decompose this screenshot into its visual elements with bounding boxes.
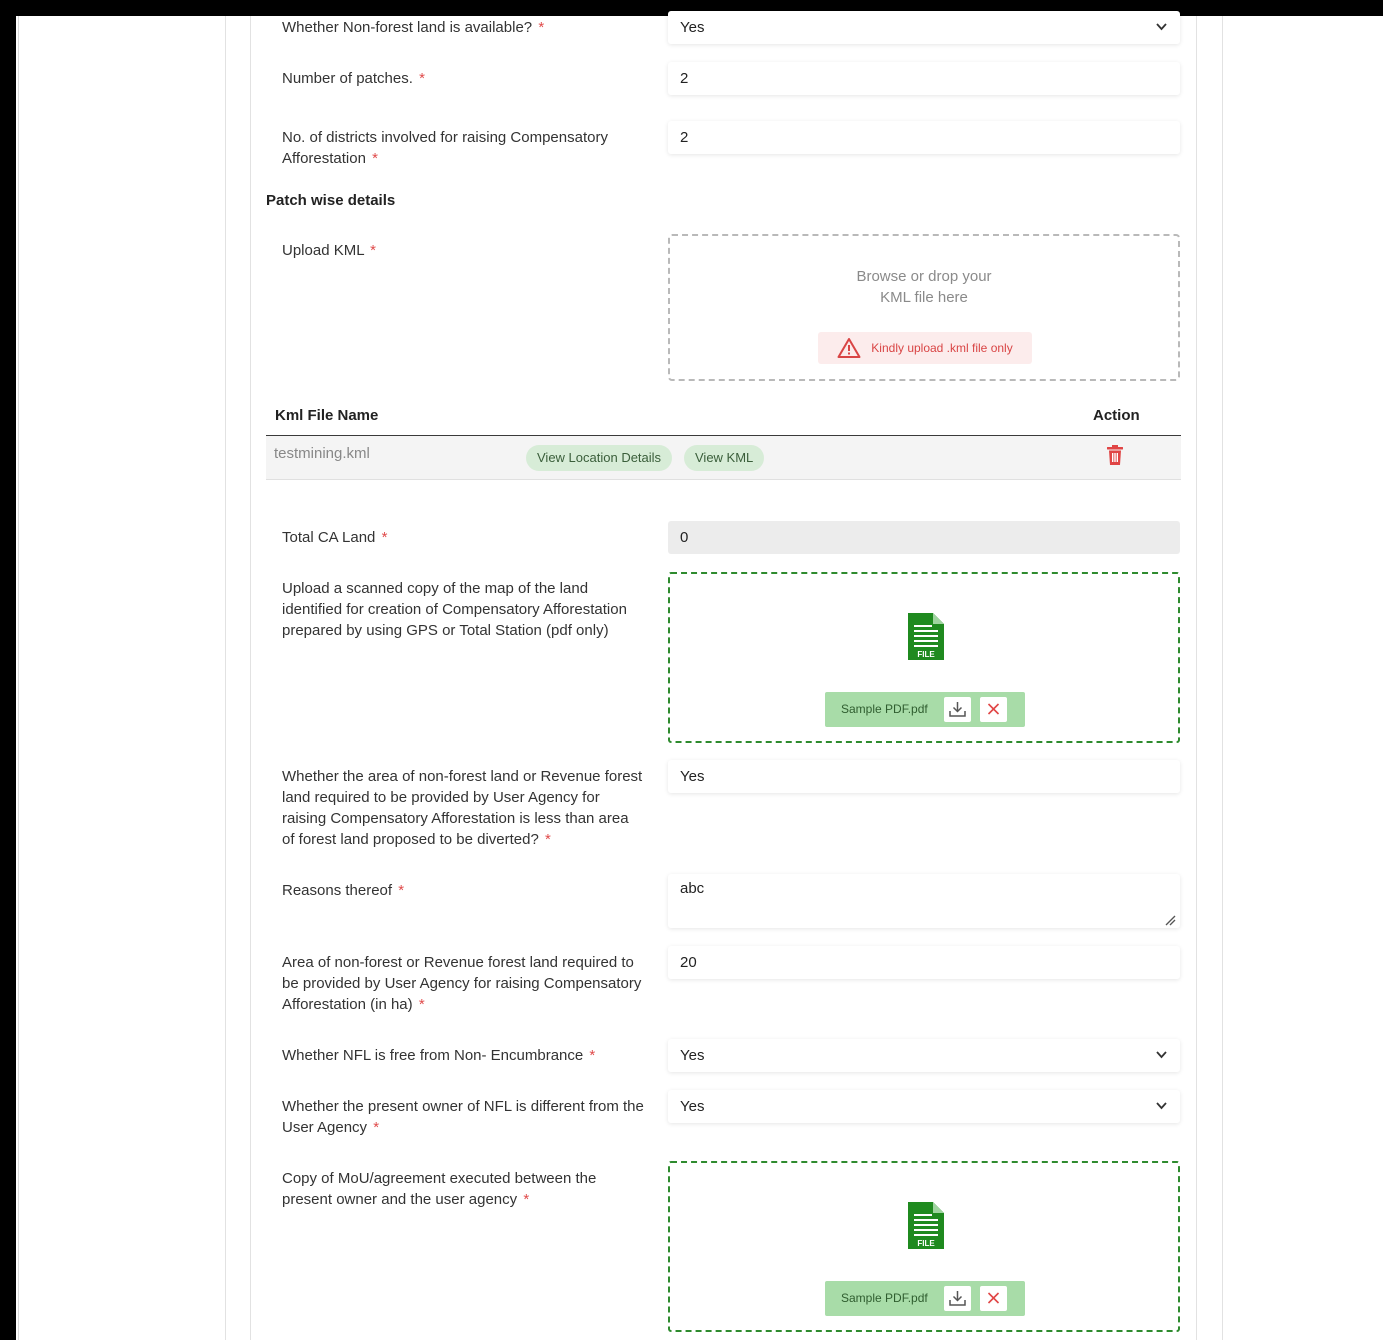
reasons-label: Reasons thereof * (282, 882, 405, 899)
owner-different-value: Yes (680, 1098, 705, 1115)
download-icon[interactable] (944, 1286, 971, 1311)
total-ca-land-label: Total CA Land * (282, 529, 388, 546)
total-ca-land-input: 0 (668, 521, 1180, 554)
uploaded-file-chip: Sample PDF.pdf (825, 692, 1025, 727)
kml-warning: Kindly upload .kml file only (818, 332, 1032, 364)
chevron-down-icon (1155, 1090, 1168, 1135)
area-required-input[interactable]: 20 (668, 946, 1180, 979)
file-icon-label: FILE (917, 1239, 935, 1248)
resize-grip-icon[interactable] (1164, 914, 1176, 926)
upload-kml-label: Upload KML * (282, 242, 377, 259)
nfl-free-label: Whether NFL is free from Non- Encumbranc… (282, 1047, 596, 1064)
area-less-value: Yes (680, 768, 705, 785)
close-icon[interactable] (980, 697, 1007, 722)
close-icon[interactable] (980, 1286, 1007, 1311)
download-icon[interactable] (944, 697, 971, 722)
file-icon: FILE (908, 613, 944, 660)
view-kml-button[interactable]: View KML (684, 445, 765, 471)
num-districts-input[interactable]: 2 (668, 121, 1180, 154)
page-rail-left-inner (250, 16, 251, 1340)
page-rail-left-outer (225, 16, 226, 1340)
reasons-textarea[interactable]: abc (668, 874, 1180, 928)
window-frame-left (0, 0, 16, 1340)
page-rail-right-outer (1222, 16, 1223, 1340)
trash-icon[interactable] (1105, 444, 1125, 466)
mou-copy-label: Copy of MoU/agreement executed between t… (282, 1170, 597, 1208)
uploaded-file-name: Sample PDF.pdf (841, 702, 928, 716)
uploaded-file-name: Sample PDF.pdf (841, 1291, 928, 1305)
view-location-details-button[interactable]: View Location Details (526, 445, 673, 471)
nfl-available-label: Whether Non-forest land is available? * (282, 19, 545, 36)
table-row: testmining.kml View Location Details Vie… (266, 436, 1181, 480)
owner-different-select[interactable]: Yes (668, 1090, 1180, 1123)
chevron-down-icon (1155, 1039, 1168, 1084)
kml-warning-text: Kindly upload .kml file only (871, 341, 1013, 355)
nfl-available-select[interactable]: Yes (668, 11, 1180, 44)
uploaded-file-chip: Sample PDF.pdf (825, 1281, 1025, 1316)
file-icon-label: FILE (917, 650, 935, 659)
mou-upload-zone[interactable]: FILE Sample PDF.pdf (668, 1161, 1180, 1332)
warning-triangle-icon (837, 338, 861, 358)
patch-wise-heading: Patch wise details (266, 192, 396, 209)
nfl-free-value: Yes (680, 1047, 705, 1064)
scanned-map-label: Upload a scanned copy of the map of the … (282, 580, 627, 639)
kml-drop-zone[interactable]: Browse or drop your KML file here Kindly… (668, 234, 1180, 381)
kml-drop-hint: Browse or drop your KML file here (856, 268, 992, 306)
area-required-label: Area of non-forest or Revenue forest lan… (282, 954, 642, 1013)
frame-edge (18, 16, 19, 1340)
chevron-down-icon (1155, 11, 1168, 56)
owner-different-label: Whether the present owner of NFL is diff… (282, 1098, 644, 1136)
reasons-value: abc (680, 880, 705, 897)
num-patches-value: 2 (680, 70, 689, 87)
num-patches-label: Number of patches. * (282, 70, 425, 87)
kml-col-action: Action (1093, 407, 1140, 424)
file-icon: FILE (908, 1202, 944, 1249)
nfl-available-value: Yes (680, 19, 705, 36)
nfl-free-select[interactable]: Yes (668, 1039, 1180, 1072)
kml-file-name: testmining.kml (274, 445, 370, 462)
num-patches-input[interactable]: 2 (668, 62, 1180, 95)
area-less-input[interactable]: Yes (668, 760, 1180, 793)
area-required-value: 20 (680, 954, 697, 971)
page-rail-right-inner (1196, 16, 1197, 1340)
area-less-label: Whether the area of non-forest land or R… (282, 768, 643, 848)
num-districts-label: No. of districts involved for raising Co… (282, 129, 608, 167)
total-ca-land-value: 0 (680, 529, 689, 546)
num-districts-value: 2 (680, 129, 689, 146)
map-upload-zone[interactable]: FILE Sample PDF.pdf (668, 572, 1180, 743)
kml-col-name: Kml File Name (275, 407, 379, 424)
